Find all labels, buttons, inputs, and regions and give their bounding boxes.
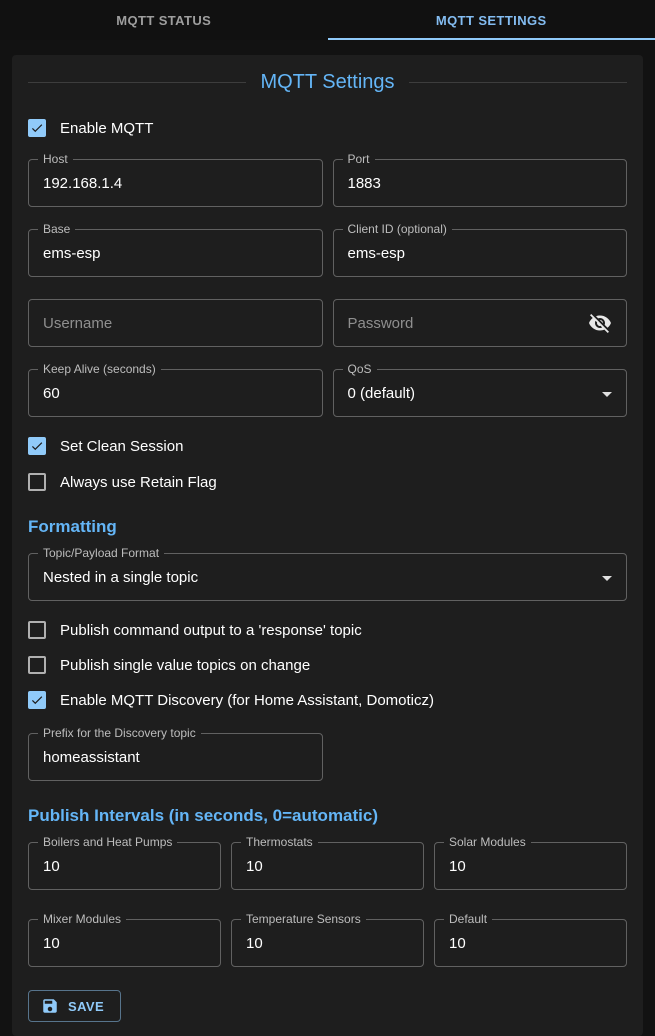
- field-label: Temperature Sensors: [241, 912, 366, 927]
- tab-bar: MQTT STATUS MQTT SETTINGS: [0, 0, 655, 40]
- intervals-fields: Boilers and Heat Pumps 10 Thermostats 10…: [28, 842, 627, 967]
- checkbox-label: Publish single value topics on change: [60, 657, 310, 674]
- interval-thermostats-field[interactable]: Thermostats 10: [231, 842, 424, 890]
- connection-fields: Host 192.168.1.4 Port 1883 Base ems-esp …: [28, 159, 627, 417]
- field-value: 10: [449, 858, 466, 875]
- base-field[interactable]: Base ems-esp: [28, 229, 323, 277]
- topic-format-select[interactable]: Topic/Payload Format Nested in a single …: [28, 553, 627, 601]
- selected-value: 0 (default): [348, 385, 416, 402]
- field-value: 10: [449, 935, 466, 952]
- field-value: 10: [246, 858, 263, 875]
- field-value: 1883: [348, 175, 381, 192]
- field-value: 60: [43, 385, 60, 402]
- field-value: ems-esp: [348, 245, 406, 262]
- qos-select[interactable]: QoS 0 (default): [333, 369, 628, 417]
- checkbox-label: Enable MQTT Discovery (for Home Assistan…: [60, 692, 434, 709]
- checkbox-label: Set Clean Session: [60, 438, 183, 455]
- field-label: Topic/Payload Format: [38, 546, 164, 561]
- field-label: Keep Alive (seconds): [38, 362, 161, 377]
- checkbox-label: Always use Retain Flag: [60, 474, 217, 491]
- checkbox-icon[interactable]: [28, 473, 46, 491]
- interval-boilers-field[interactable]: Boilers and Heat Pumps 10: [28, 842, 221, 890]
- checkbox-icon[interactable]: [28, 621, 46, 639]
- chevron-down-icon: [595, 566, 619, 590]
- checkbox-mqtt-discovery[interactable]: Enable MQTT Discovery (for Home Assistan…: [28, 688, 627, 712]
- discovery-prefix-field[interactable]: Prefix for the Discovery topic homeassis…: [28, 733, 323, 781]
- field-placeholder: Username: [43, 315, 112, 332]
- checkbox-clean-session[interactable]: Set Clean Session: [28, 434, 627, 458]
- password-field[interactable]: Password: [333, 299, 628, 347]
- field-label: Base: [38, 222, 75, 237]
- keep-alive-field[interactable]: Keep Alive (seconds) 60: [28, 369, 323, 417]
- interval-mixer-field[interactable]: Mixer Modules 10: [28, 919, 221, 967]
- checkbox-label: Enable MQTT: [60, 120, 153, 137]
- divider-line: [28, 82, 246, 83]
- checkbox-enable-mqtt[interactable]: Enable MQTT: [28, 116, 627, 140]
- field-value: 10: [43, 935, 60, 952]
- field-value: ems-esp: [43, 245, 101, 262]
- intervals-section-header: Publish Intervals (in seconds, 0=automat…: [28, 806, 627, 826]
- checkbox-icon[interactable]: [28, 656, 46, 674]
- checkbox-icon[interactable]: [28, 691, 46, 709]
- visibility-off-icon[interactable]: [588, 311, 612, 335]
- interval-sensors-field[interactable]: Temperature Sensors 10: [231, 919, 424, 967]
- formatting-section-header: Formatting: [28, 517, 627, 537]
- mqtt-settings-panel: MQTT Settings Enable MQTT Host 192.168.1…: [12, 55, 643, 1036]
- field-value: 10: [246, 935, 263, 952]
- tab-mqtt-status[interactable]: MQTT STATUS: [0, 0, 328, 40]
- field-label: Mixer Modules: [38, 912, 126, 927]
- field-placeholder: Password: [348, 315, 414, 332]
- field-label: Thermostats: [241, 835, 318, 850]
- username-field[interactable]: Username: [28, 299, 323, 347]
- active-tab-indicator: [328, 38, 655, 40]
- checkbox-publish-single[interactable]: Publish single value topics on change: [28, 653, 627, 677]
- interval-default-field[interactable]: Default 10: [434, 919, 627, 967]
- field-label: Host: [38, 152, 73, 167]
- save-button[interactable]: SAVE: [28, 990, 121, 1022]
- selected-value: Nested in a single topic: [43, 569, 198, 586]
- panel-title-divider: MQTT Settings: [28, 71, 627, 94]
- field-value: 192.168.1.4: [43, 175, 122, 192]
- client-id-field[interactable]: Client ID (optional) ems-esp: [333, 229, 628, 277]
- host-field[interactable]: Host 192.168.1.4: [28, 159, 323, 207]
- field-value: 10: [43, 858, 60, 875]
- field-label: Boilers and Heat Pumps: [38, 835, 177, 850]
- save-icon: [41, 997, 59, 1015]
- checkbox-publish-response[interactable]: Publish command output to a 'response' t…: [28, 618, 627, 642]
- divider-line: [409, 82, 627, 83]
- checkbox-icon[interactable]: [28, 119, 46, 137]
- field-label: Prefix for the Discovery topic: [38, 726, 201, 741]
- checkbox-retain-flag[interactable]: Always use Retain Flag: [28, 470, 627, 494]
- tab-mqtt-settings[interactable]: MQTT SETTINGS: [328, 0, 655, 40]
- field-label: Port: [343, 152, 375, 167]
- field-label: Solar Modules: [444, 835, 531, 850]
- interval-solar-field[interactable]: Solar Modules 10: [434, 842, 627, 890]
- save-button-label: SAVE: [68, 999, 104, 1014]
- checkbox-icon[interactable]: [28, 437, 46, 455]
- chevron-down-icon: [595, 382, 619, 406]
- port-field[interactable]: Port 1883: [333, 159, 628, 207]
- field-label: Default: [444, 912, 492, 927]
- checkbox-label: Publish command output to a 'response' t…: [60, 622, 362, 639]
- field-label: QoS: [343, 362, 377, 377]
- field-value: homeassistant: [43, 749, 140, 766]
- page-title: MQTT Settings: [246, 71, 408, 94]
- field-label: Client ID (optional): [343, 222, 452, 237]
